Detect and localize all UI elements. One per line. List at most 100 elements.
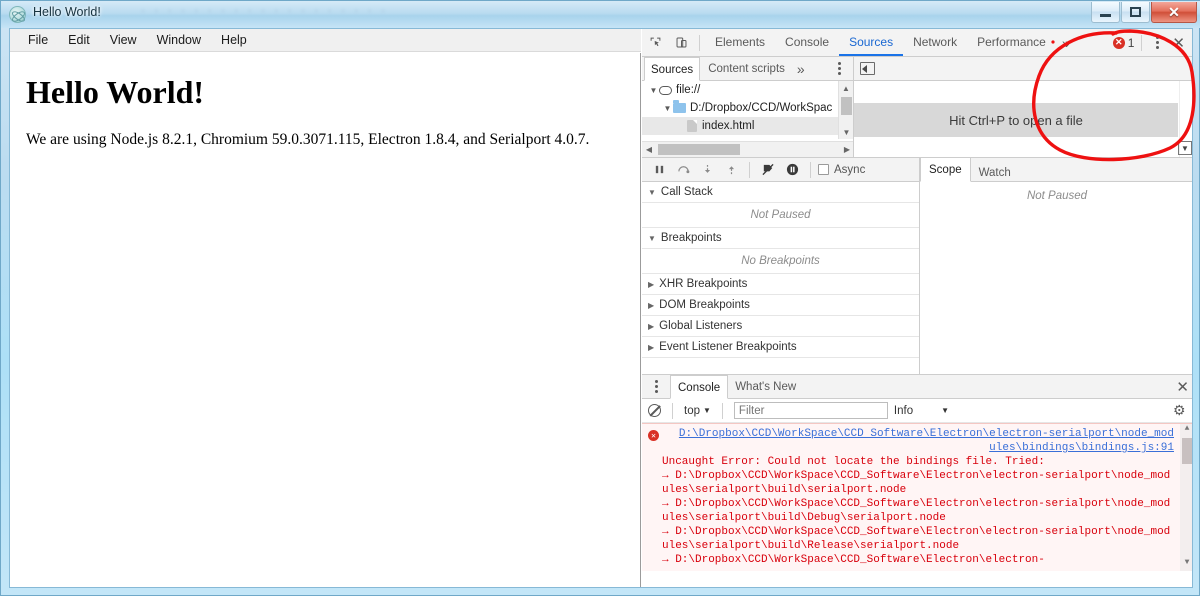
section-xhr-breakpoints[interactable]: ▶ XHR Breakpoints	[642, 274, 919, 295]
section-label: Event Listener Breakpoints	[659, 341, 797, 353]
window-client-area: File Edit View Window Help Hello World! …	[9, 28, 1193, 588]
context-label: top	[684, 404, 700, 417]
devtools-panel: Elements Console Sources Network Perform…	[642, 29, 1192, 587]
gear-icon[interactable]: ⚙	[1173, 403, 1188, 418]
section-breakpoints[interactable]: ▼ Breakpoints	[642, 228, 919, 249]
tree-item-label: index.html	[702, 120, 755, 132]
navigator-more-button[interactable]: »	[791, 61, 811, 77]
section-event-listener-breakpoints[interactable]: ▶ Event Listener Breakpoints	[642, 337, 919, 358]
close-drawer-icon[interactable]: ✕	[1171, 378, 1192, 396]
source-editor[interactable]: Hit Ctrl+P to open a file ▼	[854, 81, 1192, 157]
section-global-listeners[interactable]: ▶ Global Listeners	[642, 316, 919, 337]
tab-network[interactable]: Network	[903, 29, 967, 56]
title-bar: · · · · · · · · · · · · · · · · · · · He…	[1, 1, 1200, 28]
drawer-tab-console[interactable]: Console	[670, 375, 729, 399]
navigator-vertical-scrollbar[interactable]: ▲ ▼	[838, 81, 853, 139]
console-vertical-scrollbar[interactable]: ▲ ▼	[1180, 424, 1192, 571]
scrollbar-thumb[interactable]	[841, 97, 852, 115]
twisty-icon: ▶	[648, 342, 655, 352]
menu-item-file[interactable]: File	[18, 31, 58, 49]
navigator-kebab-menu-icon[interactable]	[831, 62, 847, 75]
error-count-badge[interactable]: ✕ 1	[1112, 36, 1134, 50]
scrollbar-thumb[interactable]	[1182, 438, 1192, 464]
section-call-stack[interactable]: ▼ Call Stack	[642, 182, 919, 203]
console-filter-bar: top ▼ Info ▼ ⚙	[642, 399, 1192, 423]
show-console-drawer-icon[interactable]: ▼	[1178, 141, 1192, 155]
menu-item-edit[interactable]: Edit	[58, 31, 100, 49]
show-navigator-icon[interactable]	[860, 62, 875, 75]
scope-watch-tabs: Scope Watch	[920, 157, 1192, 182]
async-checkbox[interactable]	[818, 164, 829, 175]
twisty-icon[interactable]: ▼	[662, 104, 673, 113]
maximize-button[interactable]	[1121, 2, 1150, 23]
close-button[interactable]: ✕	[1151, 2, 1197, 23]
tree-item-folder[interactable]: ▼ D:/Dropbox/CCD/WorkSpac	[642, 99, 853, 117]
tab-watch[interactable]: Watch	[971, 165, 1019, 181]
section-dom-breakpoints[interactable]: ▶ DOM Breakpoints	[642, 295, 919, 316]
drawer-tab-bar: Console What's New ✕	[642, 375, 1192, 399]
filter-divider	[672, 402, 673, 419]
menu-bar: File Edit View Window Help	[10, 29, 641, 52]
subtab-content-scripts[interactable]: Content scripts	[702, 61, 791, 77]
async-checkbox-group[interactable]: Async	[818, 164, 865, 176]
toggle-device-toolbar-icon[interactable]	[668, 30, 694, 56]
console-error-path-1: → D:\Dropbox\CCD\WorkSpace\CCD_Software\…	[662, 470, 1171, 496]
tab-performance[interactable]: Performance	[967, 29, 1056, 56]
section-label: Global Listeners	[659, 320, 743, 332]
error-circle-icon: ✕	[648, 430, 659, 441]
close-devtools-icon[interactable]: ✕	[1167, 34, 1190, 52]
tab-console[interactable]: Console	[775, 29, 839, 56]
file-navigator: ▼ file:// ▼ D:/Dropbox/CCD/WorkSpac inde…	[642, 81, 854, 157]
more-tabs-button[interactable]: »	[1056, 35, 1076, 51]
menu-item-help[interactable]: Help	[211, 31, 257, 49]
pause-on-exceptions-button[interactable]	[781, 159, 803, 181]
step-into-button[interactable]	[696, 159, 718, 181]
scrollbar-thumb-h[interactable]	[658, 144, 740, 155]
tab-elements[interactable]: Elements	[705, 29, 775, 56]
tab-sources[interactable]: Sources	[839, 29, 904, 56]
console-error-message: Uncaught Error: Could not locate the bin…	[662, 456, 1045, 468]
scroll-left-icon[interactable]: ◀	[642, 145, 656, 154]
kebab-menu-icon[interactable]	[1149, 36, 1165, 49]
inspect-element-icon[interactable]	[642, 30, 668, 56]
console-log-level-selector[interactable]: Info ▼	[894, 405, 949, 417]
frame-icon	[659, 85, 672, 95]
clear-console-icon[interactable]	[648, 404, 661, 417]
subtab-sources[interactable]: Sources	[644, 57, 701, 81]
navigator-horizontal-scrollbar[interactable]: ◀ ▶	[642, 141, 853, 157]
scroll-right-icon[interactable]: ▶	[840, 145, 853, 154]
drawer-tab-whats-new[interactable]: What's New	[728, 379, 803, 395]
error-circle-icon: ✕	[1112, 36, 1125, 49]
scroll-down-icon[interactable]: ▼	[839, 125, 853, 139]
minimize-icon	[1100, 14, 1111, 17]
breakpoints-empty: No Breakpoints	[642, 249, 919, 274]
console-context-selector[interactable]: top ▼	[684, 405, 711, 417]
pause-resume-button[interactable]	[648, 159, 670, 181]
twisty-icon: ▼	[648, 187, 656, 197]
deactivate-breakpoints-button[interactable]	[757, 159, 779, 181]
tree-item-file-scheme[interactable]: ▼ file://	[642, 81, 853, 99]
twisty-icon[interactable]: ▼	[648, 86, 659, 95]
toolbar-divider	[699, 34, 700, 51]
tab-scope[interactable]: Scope	[920, 157, 971, 182]
tree-item-index-html[interactable]: index.html	[642, 117, 853, 135]
log-level-label: Info	[893, 404, 914, 417]
console-error-source-link[interactable]: D:\Dropbox\CCD\WorkSpace\CCD Software\El…	[674, 427, 1174, 455]
drawer-kebab-menu-icon[interactable]	[648, 380, 664, 393]
scroll-down-icon[interactable]: ▼	[1180, 558, 1192, 571]
section-label: DOM Breakpoints	[659, 299, 750, 311]
twisty-icon: ▼	[648, 233, 656, 243]
scroll-up-icon[interactable]: ▲	[839, 81, 853, 95]
debugger-sidebar: ▼ Call Stack Not Paused ▼ Breakpoints No…	[642, 182, 920, 374]
step-over-button[interactable]	[672, 159, 694, 181]
minimize-button[interactable]	[1091, 2, 1120, 23]
editor-toolbar	[854, 62, 1192, 75]
scroll-up-icon[interactable]: ▲	[1180, 424, 1192, 437]
console-filter-input[interactable]	[733, 402, 888, 419]
twisty-icon: ▶	[648, 300, 655, 310]
filter-divider-2	[721, 402, 723, 419]
step-out-button[interactable]	[720, 159, 742, 181]
twisty-icon: ▶	[648, 321, 655, 331]
menu-item-window[interactable]: Window	[147, 31, 211, 49]
menu-item-view[interactable]: View	[100, 31, 147, 49]
